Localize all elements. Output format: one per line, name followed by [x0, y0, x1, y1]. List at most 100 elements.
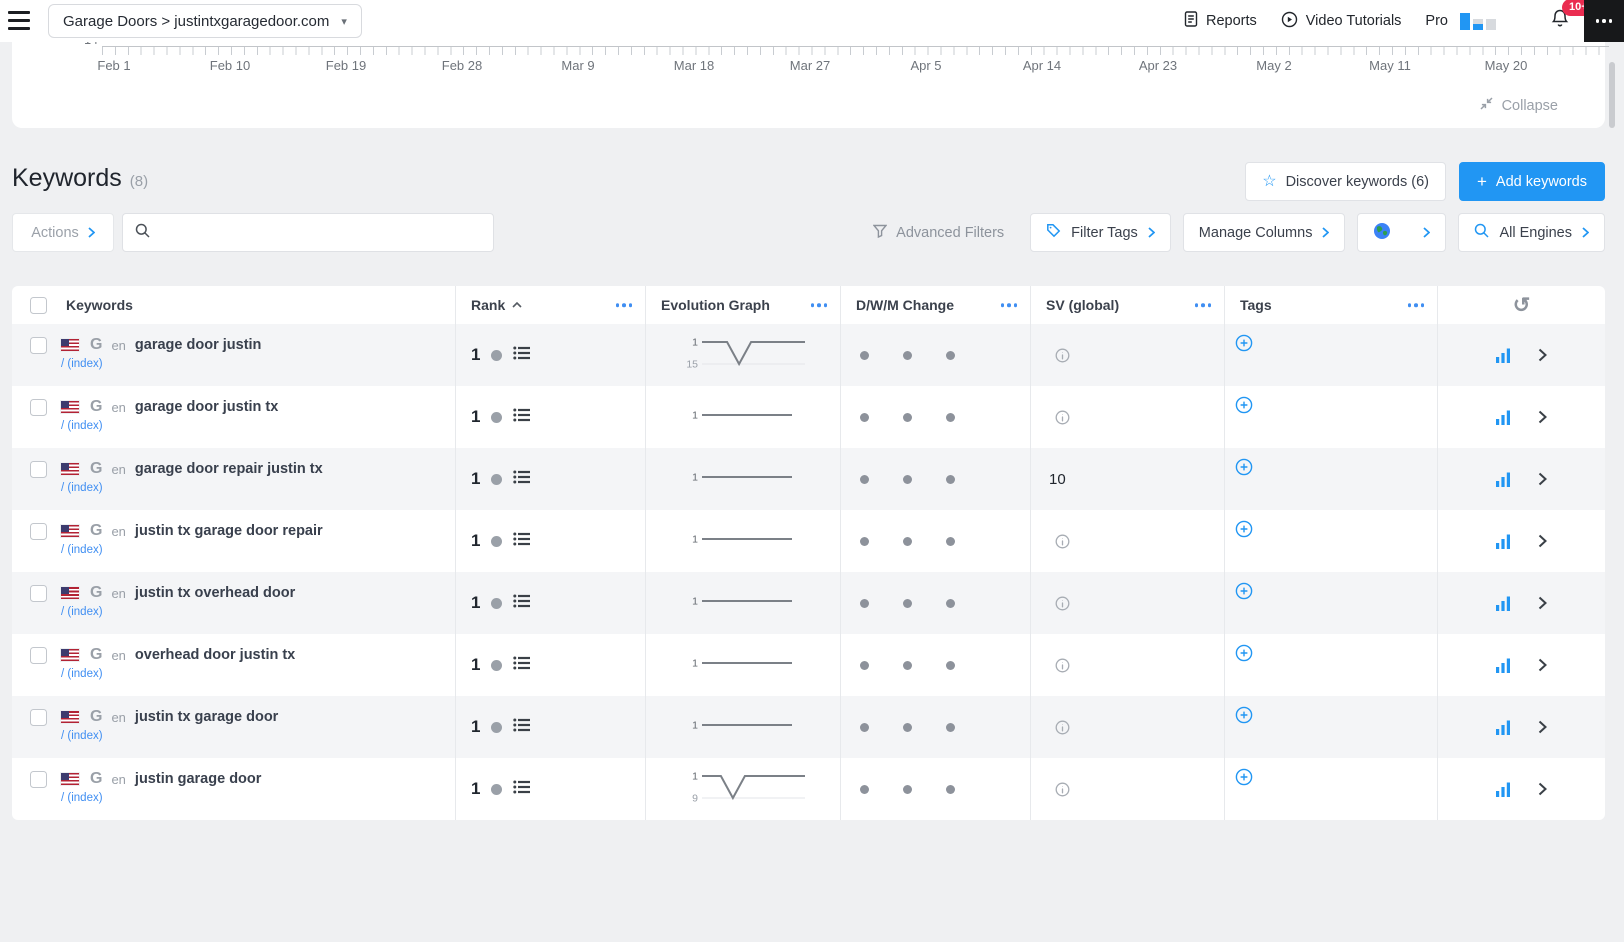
serp-list-icon[interactable]: [513, 718, 530, 737]
serp-list-icon[interactable]: [513, 532, 530, 551]
row-expand-chevron-icon[interactable]: [1538, 472, 1547, 486]
info-icon[interactable]: [1055, 720, 1070, 735]
row-expand-chevron-icon[interactable]: [1538, 658, 1547, 672]
row-expand-chevron-icon[interactable]: [1538, 720, 1547, 734]
keyword-chart-icon[interactable]: [1496, 720, 1512, 735]
keywords-count: (8): [130, 173, 148, 190]
advanced-filters-button[interactable]: Advanced Filters: [873, 224, 1004, 242]
serp-list-icon[interactable]: [513, 780, 530, 799]
add-tag-icon[interactable]: [1235, 582, 1253, 600]
column-menu-icon[interactable]: [616, 303, 633, 307]
row-expand-chevron-icon[interactable]: [1538, 410, 1547, 424]
keyword-text[interactable]: justin tx overhead door: [135, 585, 295, 601]
serp-list-icon[interactable]: [513, 346, 530, 365]
filter-tags-button[interactable]: Filter Tags: [1030, 213, 1171, 252]
info-icon[interactable]: [1055, 348, 1070, 363]
serp-list-icon[interactable]: [513, 656, 530, 675]
all-engines-button[interactable]: All Engines: [1458, 213, 1605, 252]
vertical-scrollbar[interactable]: [1609, 62, 1615, 128]
info-icon[interactable]: [1055, 410, 1070, 425]
column-menu-icon[interactable]: [1408, 303, 1425, 307]
add-tag-icon[interactable]: [1235, 520, 1253, 538]
row-checkbox[interactable]: [30, 461, 47, 478]
row-expand-chevron-icon[interactable]: [1538, 348, 1547, 362]
collapse-chart-button[interactable]: Collapse: [1479, 96, 1558, 115]
row-checkbox[interactable]: [30, 523, 47, 540]
column-header-dwm-change[interactable]: D/W/M Change: [840, 286, 1030, 324]
keyword-url-link[interactable]: / (index): [61, 730, 278, 742]
manage-columns-button[interactable]: Manage Columns: [1183, 213, 1346, 252]
keyword-url-link[interactable]: / (index): [61, 668, 295, 680]
add-keywords-button[interactable]: + Add keywords: [1459, 162, 1605, 201]
keyword-url-link[interactable]: / (index): [61, 606, 295, 618]
keyword-url-link[interactable]: / (index): [61, 358, 261, 370]
column-header-tags[interactable]: Tags: [1224, 286, 1437, 324]
add-tag-icon[interactable]: [1235, 458, 1253, 476]
keyword-chart-icon[interactable]: [1496, 348, 1512, 363]
serp-list-icon[interactable]: [513, 470, 530, 489]
actions-button[interactable]: Actions: [12, 213, 114, 252]
keyword-url-link[interactable]: / (index): [61, 482, 323, 494]
ellipsis-icon: [1596, 19, 1600, 23]
row-expand-chevron-icon[interactable]: [1538, 534, 1547, 548]
keyword-url-link[interactable]: / (index): [61, 792, 261, 804]
info-icon[interactable]: [1055, 782, 1070, 797]
row-checkbox[interactable]: [30, 771, 47, 788]
row-checkbox[interactable]: [30, 399, 47, 416]
locale-selector-button[interactable]: [1357, 213, 1446, 252]
keyword-chart-icon[interactable]: [1496, 472, 1512, 487]
table-row: G en justin tx garage door / (index) 1 1: [12, 696, 1605, 758]
keyword-text[interactable]: overhead door justin tx: [135, 647, 295, 663]
column-header-evolution[interactable]: Evolution Graph: [645, 286, 840, 324]
row-expand-chevron-icon[interactable]: [1538, 782, 1547, 796]
video-tutorials-link[interactable]: Video Tutorials: [1281, 11, 1402, 32]
add-tag-icon[interactable]: [1235, 768, 1253, 786]
row-checkbox[interactable]: [30, 647, 47, 664]
info-icon[interactable]: [1055, 658, 1070, 673]
reports-link[interactable]: Reports: [1184, 11, 1257, 31]
keyword-text[interactable]: garage door justin tx: [135, 399, 278, 415]
keyword-text[interactable]: justin tx garage door repair: [135, 523, 323, 539]
info-icon[interactable]: [1055, 534, 1070, 549]
column-menu-icon[interactable]: [1195, 303, 1212, 307]
row-checkbox[interactable]: [30, 337, 47, 354]
keyword-text[interactable]: garage door justin: [135, 337, 262, 353]
table-row: G en garage door repair justin tx / (ind…: [12, 448, 1605, 510]
keyword-url-link[interactable]: / (index): [61, 544, 323, 556]
keyword-url-link[interactable]: / (index): [61, 420, 278, 432]
domain-breadcrumb-dropdown[interactable]: Garage Doors > justintxgaragedoor.com ▾: [48, 4, 362, 38]
add-tag-icon[interactable]: [1235, 644, 1253, 662]
column-menu-icon[interactable]: [811, 303, 828, 307]
row-expand-chevron-icon[interactable]: [1538, 596, 1547, 610]
row-checkbox[interactable]: [30, 585, 47, 602]
search-input[interactable]: [159, 224, 481, 242]
info-icon[interactable]: [1055, 596, 1070, 611]
menu-icon[interactable]: [8, 11, 30, 30]
column-header-rank[interactable]: Rank: [455, 286, 645, 324]
pro-plan-indicator[interactable]: Pro: [1425, 13, 1496, 30]
us-flag-icon: [61, 339, 79, 351]
overflow-menu-button[interactable]: [1584, 0, 1624, 42]
select-all-checkbox[interactable]: [30, 297, 47, 314]
keyword-text[interactable]: garage door repair justin tx: [135, 461, 323, 477]
notifications-button[interactable]: 10+: [1550, 8, 1570, 34]
keyword-chart-icon[interactable]: [1496, 782, 1512, 797]
collapse-icon: [1479, 96, 1494, 115]
add-tag-icon[interactable]: [1235, 706, 1253, 724]
keyword-text[interactable]: justin garage door: [135, 771, 262, 787]
keyword-chart-icon[interactable]: [1496, 410, 1512, 425]
keyword-chart-icon[interactable]: [1496, 534, 1512, 549]
add-tag-icon[interactable]: [1235, 396, 1253, 414]
column-header-sv-global[interactable]: SV (global): [1030, 286, 1224, 324]
add-tag-icon[interactable]: [1235, 334, 1253, 352]
keyword-chart-icon[interactable]: [1496, 596, 1512, 611]
week-change-dot-icon: [903, 537, 912, 546]
keyword-chart-icon[interactable]: [1496, 658, 1512, 673]
serp-list-icon[interactable]: [513, 408, 530, 427]
column-menu-icon[interactable]: [1001, 303, 1018, 307]
discover-keywords-button[interactable]: ☆ Discover keywords (6): [1245, 162, 1446, 201]
keyword-text[interactable]: justin tx garage door: [135, 709, 278, 725]
row-checkbox[interactable]: [30, 709, 47, 726]
serp-list-icon[interactable]: [513, 594, 530, 613]
refresh-icon[interactable]: ↺: [1513, 295, 1531, 316]
